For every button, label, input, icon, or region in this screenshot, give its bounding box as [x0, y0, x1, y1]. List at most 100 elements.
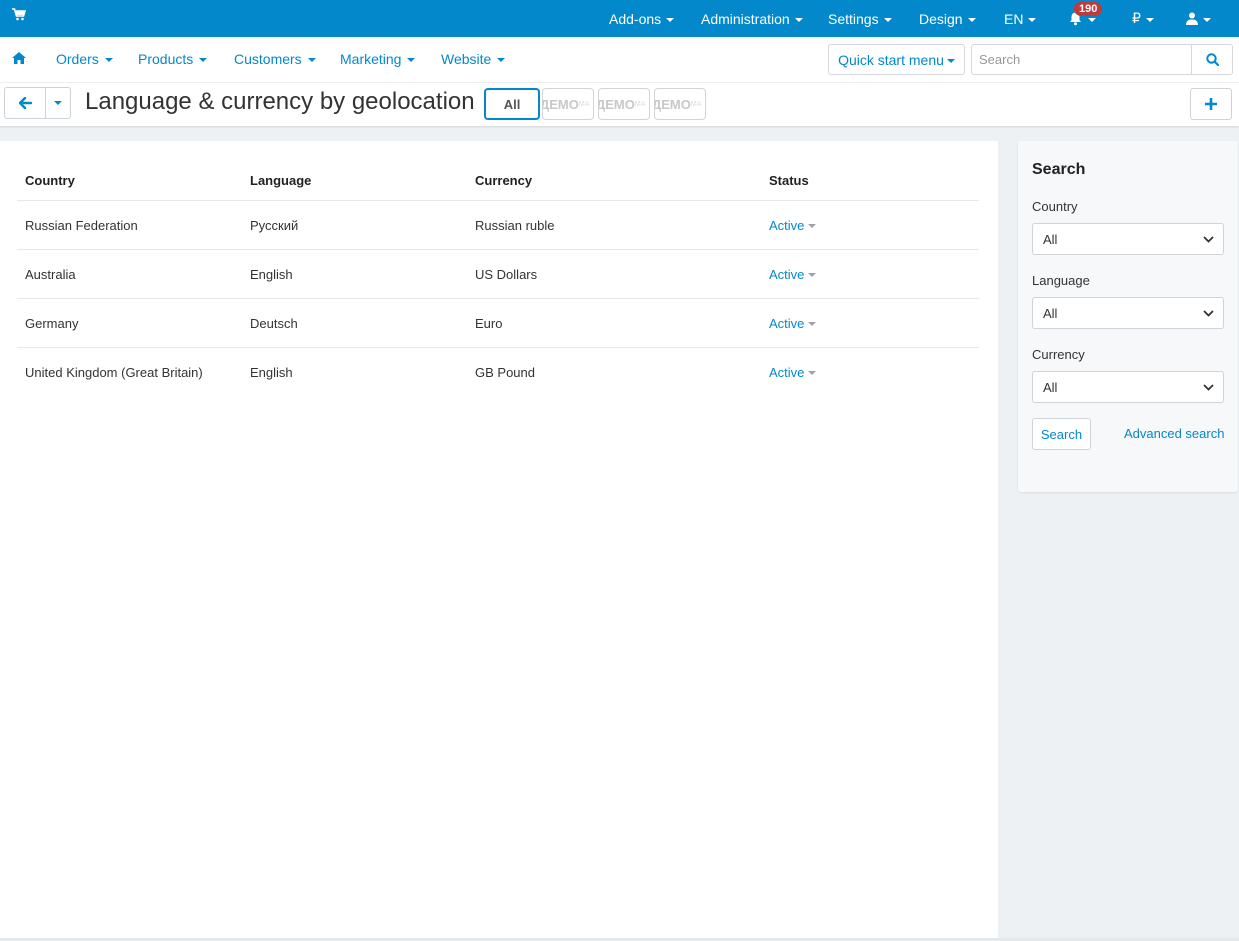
cell-country: Australia: [17, 249, 242, 299]
user-menu[interactable]: [1186, 0, 1211, 37]
notification-badge: 190: [1074, 2, 1103, 16]
sidebar-search-button[interactable]: Search: [1032, 418, 1091, 450]
quick-start-label: Quick start menu: [838, 51, 944, 68]
topnav-administration-label: Administration: [701, 10, 790, 27]
nav-products-label: Products: [138, 51, 194, 67]
status-label: Active: [769, 315, 805, 331]
arrow-left-icon: [18, 97, 32, 109]
cell-currency: Russian ruble: [467, 200, 761, 250]
topnav-addons[interactable]: Add-ons: [609, 0, 675, 37]
status-dropdown[interactable]: Active: [769, 315, 817, 331]
country-filter-value: All: [1043, 231, 1058, 247]
store-logo: ДЕМО: [598, 96, 635, 112]
caret-down-icon: [307, 58, 316, 62]
nav-orders[interactable]: Orders: [56, 51, 113, 67]
table-header-row: Country Language Currency Status: [17, 159, 979, 201]
caret-down-icon: [794, 17, 803, 22]
nav-marketing[interactable]: Marketing: [340, 51, 416, 67]
caret-down-icon: [946, 58, 955, 63]
search-icon: [1205, 53, 1219, 66]
column-header-status[interactable]: Status: [761, 159, 979, 201]
user-icon: [1186, 12, 1198, 25]
cart-icon[interactable]: [12, 8, 28, 24]
store-filter-demo-1[interactable]: ДЕМО МА: [542, 88, 594, 120]
store-filter-demo-3[interactable]: ДЕМО МА: [654, 88, 706, 120]
geolocation-table: Country Language Currency Status Russian…: [17, 159, 979, 397]
country-filter-select[interactable]: All: [1032, 223, 1224, 255]
store-logo-suffix: МА: [634, 100, 646, 108]
sidebar-search-label: Search: [1040, 426, 1083, 442]
cell-status: Active: [761, 298, 979, 348]
currency-filter-select[interactable]: All: [1032, 371, 1224, 403]
page-header: Language & currency by geolocation All Д…: [0, 83, 1239, 126]
topnav-administration[interactable]: Administration: [701, 0, 803, 37]
cell-status: Active: [761, 249, 979, 299]
caret-down-icon: [1203, 17, 1211, 22]
store-logo: ДЕМО: [542, 96, 579, 112]
quick-start-menu-button[interactable]: Quick start menu: [828, 44, 965, 75]
status-label: Active: [769, 266, 805, 282]
page-title: Language & currency by geolocation: [85, 88, 475, 115]
topnav-language-label: EN: [1004, 10, 1024, 27]
back-dropdown-button[interactable]: [46, 88, 70, 118]
nav-website-label: Website: [441, 51, 492, 67]
cell-language: Русский: [242, 200, 467, 250]
back-button[interactable]: [5, 88, 46, 118]
cell-country: Russian Federation: [17, 200, 242, 250]
table-row: Australia English US Dollars Active: [17, 249, 979, 299]
table-row: United Kingdom (Great Britain) English G…: [17, 348, 979, 397]
caret-down-icon: [883, 17, 892, 22]
nav-products[interactable]: Products: [138, 51, 208, 67]
sidebar-title: Search: [1032, 161, 1086, 178]
cell-language: Deutsch: [242, 298, 467, 348]
status-dropdown[interactable]: Active: [769, 217, 817, 233]
column-header-language[interactable]: Language: [242, 159, 467, 201]
nav-customers[interactable]: Customers: [234, 51, 316, 67]
chevron-down-icon: [1203, 309, 1214, 317]
status-dropdown[interactable]: Active: [769, 266, 817, 282]
caret-down-icon: [1145, 17, 1154, 22]
nav-website[interactable]: Website: [441, 51, 506, 67]
store-logo-suffix: МА: [578, 100, 590, 108]
search-input[interactable]: [972, 45, 1191, 74]
cell-status: Active: [761, 200, 979, 250]
add-button[interactable]: [1190, 88, 1232, 120]
home-icon[interactable]: [12, 52, 26, 64]
main-nav: Orders Products Customers Marketing Webs…: [0, 37, 1239, 83]
currency-symbol: ₽: [1132, 10, 1141, 26]
store-filter-demo-2[interactable]: ДЕМО МА: [598, 88, 650, 120]
column-header-country[interactable]: Country: [17, 159, 242, 201]
search-button[interactable]: [1191, 45, 1232, 74]
caret-down-icon: [497, 58, 506, 62]
table-row: Germany Deutsch Euro Active: [17, 298, 979, 348]
plus-icon: [1205, 98, 1217, 110]
table-row: Russian Federation Русский Russian ruble…: [17, 200, 979, 250]
language-filter-select[interactable]: All: [1032, 297, 1224, 329]
cell-country: Germany: [17, 298, 242, 348]
global-search: [971, 44, 1233, 75]
caret-down-icon: [967, 17, 976, 22]
topnav-settings[interactable]: Settings: [828, 0, 892, 37]
topnav-design[interactable]: Design: [919, 0, 976, 37]
currency-filter-value: All: [1043, 379, 1058, 395]
advanced-search-link[interactable]: Advanced search: [1124, 426, 1224, 441]
status-label: Active: [769, 217, 805, 233]
column-header-currency[interactable]: Currency: [467, 159, 761, 201]
language-filter-label: Language: [1032, 273, 1090, 288]
caret-down-icon: [808, 321, 817, 326]
topnav-language[interactable]: EN: [1004, 0, 1037, 37]
cell-status: Active: [761, 348, 979, 397]
caret-down-icon: [1028, 17, 1037, 22]
currency-menu[interactable]: ₽: [1132, 0, 1154, 37]
cell-currency: GB Pound: [475, 364, 535, 380]
language-filter-value: All: [1043, 305, 1058, 321]
caret-down-icon: [104, 58, 113, 62]
caret-down-icon: [54, 101, 62, 105]
search-sidebar: Search Country All Language All Currency…: [1018, 141, 1238, 492]
currency-filter-label: Currency: [1032, 347, 1085, 362]
cell-language: English: [250, 364, 293, 380]
store-filter-all[interactable]: All: [484, 88, 540, 120]
topnav-settings-label: Settings: [828, 10, 879, 27]
status-dropdown[interactable]: Active: [769, 365, 817, 380]
content-panel: Country Language Currency Status Russian…: [0, 141, 998, 938]
